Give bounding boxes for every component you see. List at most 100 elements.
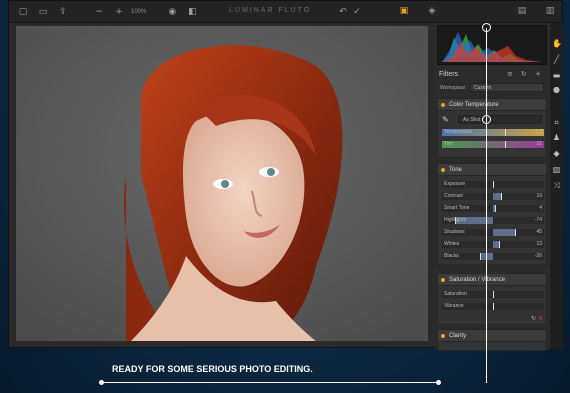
hand-icon[interactable]: ✋ [552, 39, 562, 48]
transform-icon[interactable]: ⤨ [552, 181, 561, 190]
callout-line-vertical [486, 28, 487, 383]
slider-value: 13 [536, 241, 542, 247]
workspace-label: Workspace: [440, 85, 467, 91]
filters-title: Filters [439, 71, 459, 78]
layer-mask-icon[interactable]: ▧ [552, 165, 561, 174]
section-title: Color Temperature [449, 102, 499, 108]
slider-highlights[interactable]: Highlights-74 [442, 217, 544, 224]
slider-label: Blacks [444, 253, 459, 259]
compare-icon[interactable]: ◧ [186, 7, 198, 17]
filter-actions-icon[interactable]: ≡ ↻ + [507, 70, 544, 78]
slider-whites[interactable]: Whites 13 [442, 241, 544, 248]
color-temperature-header[interactable]: Color Temperature [438, 99, 546, 111]
close-icon[interactable]: ✕ [538, 315, 543, 322]
slider-fill [493, 193, 502, 200]
saturation-section: Saturation / Vibrance Saturation Vibrance… [437, 273, 547, 325]
slider-knob[interactable] [479, 253, 481, 260]
clarity-header[interactable]: Clarity [438, 330, 546, 342]
section-active-dot [441, 278, 445, 282]
white-balance-select[interactable]: As Shot [458, 115, 542, 124]
caption-dot-right [436, 380, 441, 385]
tint-slider[interactable]: Tint 21 [442, 141, 544, 148]
section-active-dot [441, 334, 445, 338]
slider-knob[interactable] [505, 129, 507, 136]
section-title: Tone [449, 167, 463, 173]
slider-exposure[interactable]: Exposure [442, 181, 544, 188]
zoom-out-icon[interactable]: − [93, 7, 105, 17]
slider-label: Vibrance [444, 303, 464, 309]
sidebar-toggle-icon[interactable]: ▥ [544, 6, 556, 16]
photo-canvas[interactable] [16, 26, 428, 341]
slider-knob[interactable] [493, 181, 494, 188]
slider-vibrance[interactable]: Vibrance [442, 303, 544, 310]
folder-icon[interactable]: ▢ [17, 7, 29, 17]
radial-icon[interactable]: ● [552, 85, 561, 94]
slider-value: 45 [536, 229, 542, 235]
layers-icon[interactable]: ◈ [426, 6, 438, 16]
slider-value: 19 [536, 193, 542, 199]
slider-value: 21 [536, 141, 542, 147]
tone-section: Tone Exposure Contrast 19 Smart Tone 4 Highli… [437, 163, 547, 265]
section-active-dot [441, 103, 445, 107]
slider-label: Temperature [444, 129, 473, 135]
open-icon[interactable]: ▭ [37, 7, 49, 17]
histogram [437, 25, 547, 65]
temperature-slider[interactable]: Temperature 1.0 [442, 129, 544, 136]
portrait-photo [16, 26, 428, 341]
clone-stamp-icon[interactable]: ♟ [552, 133, 561, 142]
gradient-icon[interactable]: ▬ [552, 71, 561, 80]
slider-knob[interactable] [501, 193, 503, 200]
section-active-dot [441, 168, 445, 172]
slider-shadows[interactable]: Shadows 45 [442, 229, 544, 236]
slider-label: Smart Tone [444, 205, 470, 211]
callout-ring-mid [482, 115, 491, 124]
slider-knob[interactable] [493, 291, 494, 298]
reset-icon[interactable]: ↻ [531, 315, 536, 322]
color-temperature-section: Color Temperature ✎ As Shot Temperature … [437, 98, 547, 158]
slider-label: Tint [444, 141, 453, 147]
confirm-icon[interactable]: ✓ [351, 7, 363, 17]
top-toolbar: ▢ ▭ ⇧ − + 100% ◉ ◧ LUMINAR FLUTO ↶ ✓ ▣ ◈… [9, 1, 562, 23]
share-icon[interactable]: ⇧ [57, 7, 69, 17]
image-icon[interactable]: ▣ [398, 6, 410, 16]
slider-label: Exposure [444, 181, 466, 187]
caption-underline [102, 382, 439, 383]
slider-knob[interactable] [499, 241, 501, 248]
slider-smart-tone[interactable]: Smart Tone 4 [442, 205, 544, 212]
eraser-icon[interactable]: ◆ [552, 149, 561, 158]
zoom-in-icon[interactable]: + [113, 7, 125, 17]
slider-saturation[interactable]: Saturation [442, 291, 544, 298]
slider-label: Whites [444, 241, 460, 247]
slider-knob[interactable] [493, 303, 494, 310]
slider-label: Contrast [444, 193, 463, 199]
slider-knob[interactable] [495, 205, 497, 212]
panel-toggle-icon[interactable]: ▤ [516, 6, 528, 16]
slider-knob[interactable] [455, 217, 457, 224]
eye-icon[interactable]: ◉ [166, 7, 178, 17]
brush-icon[interactable]: ╱ [552, 55, 561, 64]
filters-panel: Filters ≡ ↻ + Workspace: Custom Color Te… [434, 23, 550, 351]
callout-ring-top [482, 23, 491, 32]
clarity-section: Clarity [437, 329, 547, 351]
slider-blacks[interactable]: Blacks -26 [442, 253, 544, 260]
crop-icon[interactable]: ⌗ [552, 118, 561, 127]
caption-text: READY FOR SOME SERIOUS PHOTO EDITING. [112, 364, 313, 374]
saturation-header[interactable]: Saturation / Vibrance [438, 274, 546, 286]
zoom-level[interactable]: 100% [131, 9, 146, 15]
section-title: Saturation / Vibrance [449, 277, 505, 283]
app-title: LUMINAR FLUTO [229, 7, 312, 14]
slider-label: Saturation [444, 291, 467, 297]
eyedropper-icon[interactable]: ✎ [442, 115, 449, 124]
undo-icon[interactable]: ↶ [337, 7, 349, 17]
background: ▢ ▭ ⇧ − + 100% ◉ ◧ LUMINAR FLUTO ↶ ✓ ▣ ◈… [0, 0, 570, 393]
slider-contrast[interactable]: Contrast 19 [442, 193, 544, 200]
slider-knob[interactable] [505, 141, 507, 148]
workspace-select[interactable]: Custom [470, 83, 544, 92]
slider-knob[interactable] [515, 229, 517, 236]
app-window: ▢ ▭ ⇧ − + 100% ◉ ◧ LUMINAR FLUTO ↶ ✓ ▣ ◈… [8, 0, 563, 351]
caption-dot-left [99, 380, 104, 385]
tone-header[interactable]: Tone [438, 164, 546, 176]
slider-value: 4 [539, 205, 542, 211]
section-title: Clarity [449, 333, 467, 339]
slider-value: -26 [534, 253, 542, 259]
